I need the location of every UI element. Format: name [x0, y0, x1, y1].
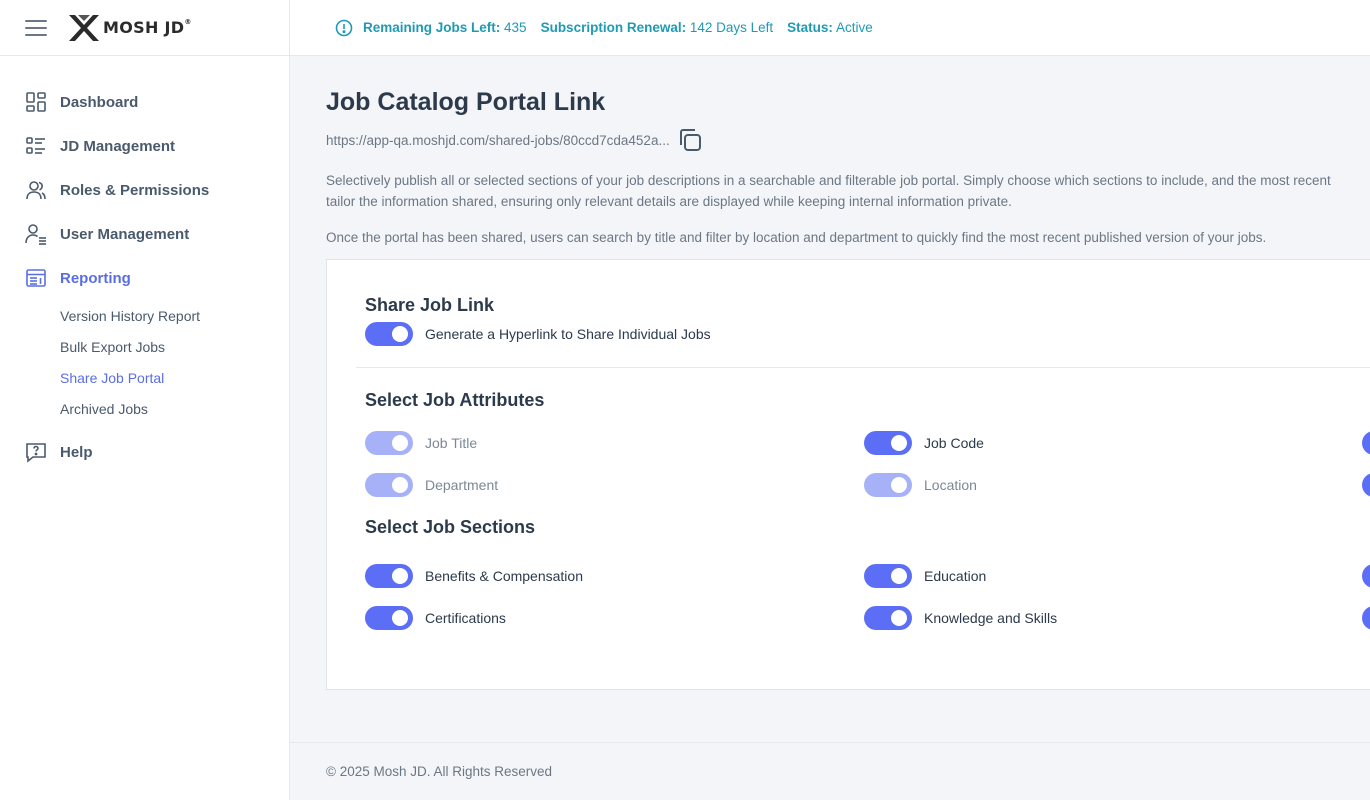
toggle-label: Education [924, 568, 987, 584]
logo-mark-icon [69, 14, 99, 41]
section-benefits-row: Benefits & Compensation [365, 564, 583, 588]
section-education-toggle[interactable] [864, 564, 912, 588]
remaining-jobs: Remaining Jobs Left: 435 [363, 20, 527, 35]
submenu-archived-jobs[interactable]: Archived Jobs [60, 393, 289, 424]
attribute-department-row: Department [365, 473, 498, 497]
section-knowledge-skills-toggle[interactable] [864, 606, 912, 630]
logo[interactable]: MOSH JD® [67, 13, 192, 43]
share-job-link-title: Share Job Link [365, 295, 495, 315]
section-toggle-partial[interactable] [1362, 606, 1370, 630]
page-title: Job Catalog Portal Link [326, 88, 606, 116]
toggle-label: Job Title [425, 435, 478, 451]
sidebar: MOSH JD® Dashboard JD Management Roles &… [0, 0, 290, 800]
sidebar-item-jd-management[interactable]: JD Management [0, 124, 289, 168]
attribute-job-code-toggle[interactable] [864, 431, 912, 455]
subscription-status: Status: Active [787, 20, 873, 35]
list-icon [25, 135, 47, 157]
user-list-icon [25, 223, 47, 245]
submenu-version-history-report[interactable]: Version History Report [60, 300, 289, 331]
section-education-row: Education [864, 564, 986, 588]
copy-icon[interactable] [676, 126, 704, 154]
share-link-toggle[interactable] [365, 322, 413, 346]
attribute-location-row: Location [864, 473, 977, 497]
portal-settings-card: Share Job Link Generate a Hyperlink to S… [326, 259, 1370, 690]
sidebar-item-label: JD Management [60, 137, 176, 155]
subscription-renewal: Subscription Renewal: 142 Days Left [540, 20, 774, 35]
info-icon [335, 19, 353, 37]
sidebar-item-user-management[interactable]: User Management [0, 212, 289, 256]
toggle-label: Department [425, 477, 499, 493]
section-benefits-toggle[interactable] [365, 564, 413, 588]
sidebar-item-label: Help [60, 443, 93, 461]
sidebar-item-label: Dashboard [60, 93, 139, 111]
toggle-label: Location [924, 477, 977, 493]
main-content: Job Catalog Portal Link https://app-qa.m… [290, 57, 1370, 742]
sidebar-item-reporting[interactable]: Reporting [0, 256, 289, 300]
section-certifications-row: Certifications [365, 606, 506, 630]
toggle-label: Knowledge and Skills [924, 610, 1058, 626]
description-paragraph-1: Selectively publish all or selected sect… [326, 170, 1370, 212]
toggle-label: Job Code [924, 435, 984, 451]
attribute-location-toggle[interactable] [864, 473, 912, 497]
logo-text: MOSH JD® [103, 18, 192, 37]
reporting-submenu: Version History Report Bulk Export Jobs … [0, 300, 289, 424]
share-link-toggle-row: Generate a Hyperlink to Share Individual… [365, 322, 711, 346]
toggle-label: Certifications [425, 610, 506, 626]
sidebar-item-dashboard[interactable]: Dashboard [0, 80, 289, 124]
toggle-label: Benefits & Compensation [425, 568, 583, 584]
attribute-job-title-toggle[interactable] [365, 431, 413, 455]
description-paragraph-2: Once the portal has been shared, users c… [326, 230, 1267, 245]
attribute-department-toggle[interactable] [365, 473, 413, 497]
menu-toggle-icon[interactable] [25, 19, 47, 36]
sidebar-header: MOSH JD® [0, 0, 289, 56]
section-toggle-partial[interactable] [1362, 564, 1370, 588]
dashboard-grid-icon [25, 91, 47, 113]
attribute-job-code-row: Job Code [864, 431, 984, 455]
section-knowledge-skills-row: Knowledge and Skills [864, 606, 1057, 630]
job-attributes-title: Select Job Attributes [365, 390, 545, 410]
sidebar-item-label: User Management [60, 225, 190, 243]
sidebar-item-help[interactable]: Help [0, 430, 289, 474]
divider [356, 367, 1370, 368]
subscription-info-bar: Remaining Jobs Left: 435 Subscription Re… [290, 0, 1370, 56]
users-icon [25, 179, 47, 201]
help-chat-icon [25, 441, 47, 463]
description-line: Selectively publish all or selected sect… [326, 173, 1331, 188]
copyright-text: © 2025 Mosh JD. All Rights Reserved [326, 764, 553, 779]
report-icon [25, 267, 47, 289]
sidebar-item-label: Roles & Permissions [60, 181, 210, 199]
attribute-toggle-partial[interactable] [1362, 431, 1370, 455]
submenu-bulk-export-jobs[interactable]: Bulk Export Jobs [60, 331, 289, 362]
footer: © 2025 Mosh JD. All Rights Reserved [290, 742, 1370, 800]
sidebar-item-label: Reporting [60, 269, 131, 287]
portal-link[interactable]: https://app-qa.moshjd.com/shared-jobs/80… [326, 133, 670, 148]
portal-link-row: https://app-qa.moshjd.com/shared-jobs/80… [326, 126, 1370, 154]
submenu-share-job-portal[interactable]: Share Job Portal [60, 362, 289, 393]
sidebar-nav: Dashboard JD Management Roles & Permissi… [0, 56, 289, 474]
attribute-job-title-row: Job Title [365, 431, 477, 455]
sidebar-item-roles-permissions[interactable]: Roles & Permissions [0, 168, 289, 212]
description-line: tailor the information shared, ensuring … [326, 194, 1012, 209]
toggle-label: Generate a Hyperlink to Share Individual… [425, 326, 711, 342]
section-certifications-toggle[interactable] [365, 606, 413, 630]
attribute-toggle-partial[interactable] [1362, 473, 1370, 497]
job-sections-title: Select Job Sections [365, 517, 536, 537]
